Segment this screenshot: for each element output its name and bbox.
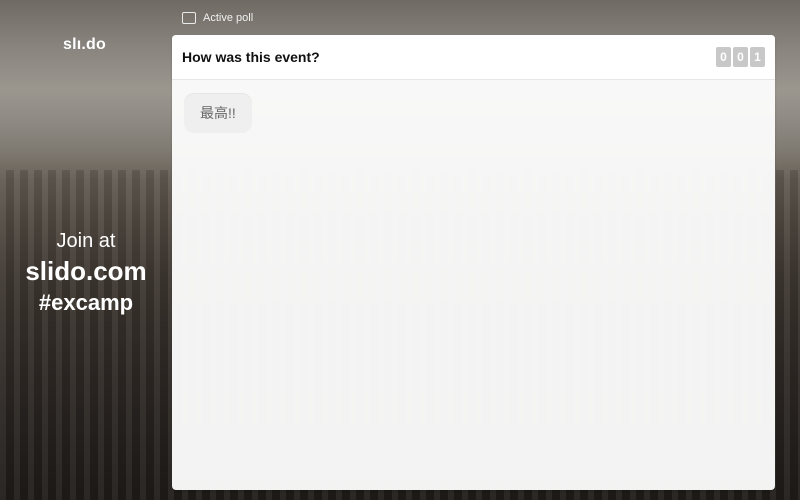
poll-panel: How was this event? 0 0 1 最高!!: [172, 35, 775, 490]
join-url: slido.com: [25, 256, 147, 286]
answer-bubble: 最高!!: [184, 93, 252, 133]
event-code: #excamp: [38, 290, 134, 315]
poll-question: How was this event?: [182, 49, 320, 65]
join-info: Join at slido.com #excamp: [0, 228, 172, 318]
counter-digit-1: 0: [716, 47, 731, 67]
slido-logo: slı.do: [63, 36, 106, 53]
poll-header: How was this event? 0 0 1: [172, 35, 775, 80]
active-poll-text: Active poll: [203, 12, 254, 24]
active-poll-label: Active poll: [182, 8, 253, 28]
vote-counter: 0 0 1: [716, 47, 765, 67]
counter-digit-2: 0: [733, 47, 748, 67]
answers-area: 最高!!: [172, 80, 775, 490]
poll-icon: [182, 12, 196, 24]
join-at-text: Join at: [56, 230, 116, 252]
left-info-column: slı.do Join at slido.com #excamp: [0, 0, 172, 500]
counter-digit-3: 1: [750, 47, 765, 67]
